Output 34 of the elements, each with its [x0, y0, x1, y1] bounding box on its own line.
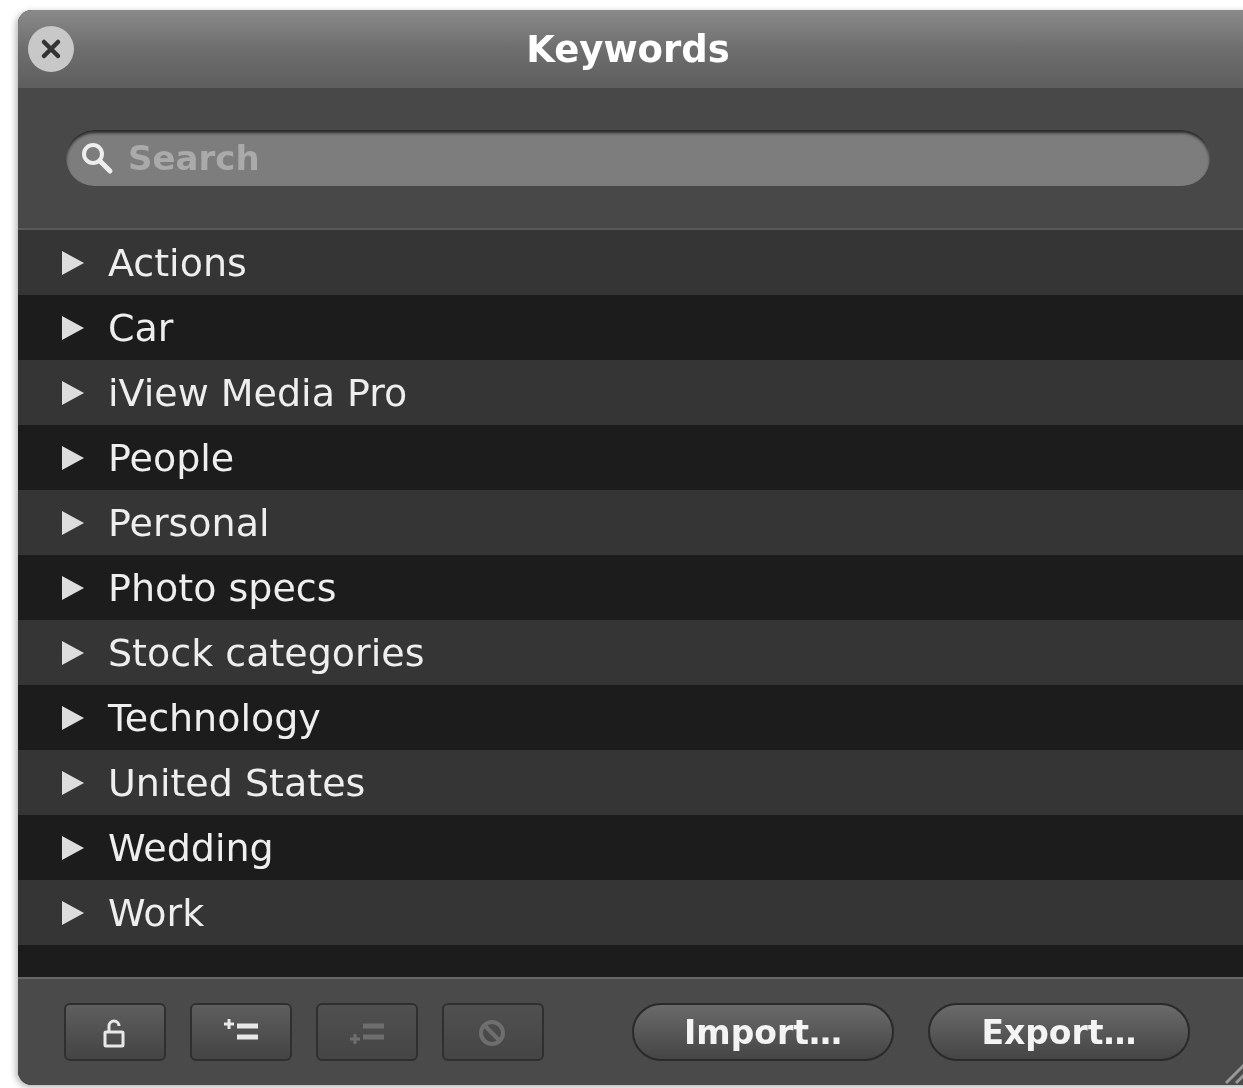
disclosure-right-icon[interactable] [60, 639, 86, 666]
keyword-label: Personal [108, 500, 270, 545]
keyword-label: Car [108, 305, 174, 350]
disclosure-right-icon[interactable] [60, 314, 86, 341]
disclosure-right-icon[interactable] [60, 899, 86, 926]
keyword-label: Technology [108, 695, 321, 740]
window-title: Keywords [526, 27, 730, 71]
keyword-label: Actions [108, 240, 247, 285]
disclosure-right-icon[interactable] [60, 834, 86, 861]
keyword-row[interactable]: iView Media Pro [18, 360, 1243, 425]
disclosure-right-icon[interactable] [60, 704, 86, 731]
disclosure-right-icon[interactable] [60, 444, 86, 471]
keyword-row[interactable]: Work [18, 880, 1243, 945]
close-button[interactable] [28, 26, 74, 72]
import-button[interactable]: Import… [632, 1003, 894, 1061]
toolbar-button[interactable] [190, 1003, 292, 1061]
keyword-label: iView Media Pro [108, 370, 408, 415]
keyword-label: Work [108, 890, 205, 935]
keyword-row[interactable]: Stock categories [18, 620, 1243, 685]
keyword-label: Wedding [108, 825, 274, 870]
keyword-label: Stock categories [108, 630, 425, 675]
export-button[interactable]: Export… [928, 1003, 1190, 1061]
keyword-label: People [108, 435, 235, 480]
toolbar-button[interactable] [64, 1003, 166, 1061]
keyword-row[interactable]: United States [18, 750, 1243, 815]
disclosure-right-icon[interactable] [60, 509, 86, 536]
disclosure-right-icon[interactable] [60, 574, 86, 601]
keyword-row[interactable]: Actions [18, 230, 1243, 295]
keyword-label: United States [108, 760, 366, 805]
keyword-row[interactable]: Personal [18, 490, 1243, 555]
disclosure-right-icon[interactable] [60, 379, 86, 406]
disclosure-right-icon[interactable] [60, 249, 86, 276]
disclosure-right-icon[interactable] [60, 769, 86, 796]
keyword-label: Photo specs [108, 565, 337, 610]
